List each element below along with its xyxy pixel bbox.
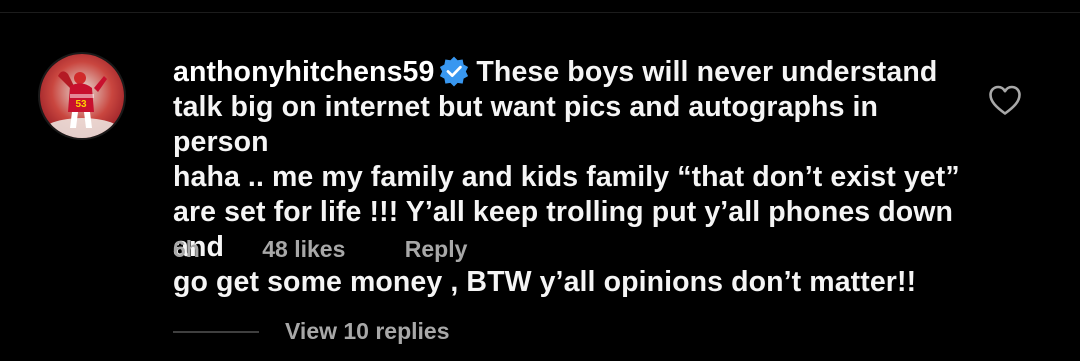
view-replies-label: View 10 replies <box>285 318 450 344</box>
comment-line-1: These boys will never understand <box>476 56 938 88</box>
comment-body: anthonyhitchens59 These boys will never … <box>173 55 973 300</box>
top-divider <box>0 0 1080 13</box>
heart-outline-icon[interactable] <box>988 84 1022 116</box>
comment-line-3: haha .. me my family and kids family “th… <box>173 161 960 193</box>
avatar-image: 53 <box>40 54 124 138</box>
avatar[interactable]: 53 <box>40 54 124 138</box>
likes-count[interactable]: 48 likes <box>262 236 345 263</box>
verified-badge-icon <box>440 56 469 87</box>
comment-line-2: talk big on internet but want pics and a… <box>173 91 879 158</box>
avatar-jersey-number: 53 <box>75 99 87 110</box>
replies-divider-line <box>173 330 259 333</box>
username[interactable]: anthonyhitchens59 <box>173 56 434 88</box>
comment-text: anthonyhitchens59 These boys will never … <box>173 55 973 300</box>
comment-item: 53 anthonyhitchens59 These boys will nev… <box>40 54 1040 354</box>
comment-meta: 6h 48 likes Reply <box>173 236 467 263</box>
reply-button[interactable]: Reply <box>405 236 468 263</box>
comment-timestamp: 6h <box>173 236 200 262</box>
view-replies-button[interactable]: View 10 replies <box>173 318 450 345</box>
comment-line-5: go get some money , BTW y’all opinions d… <box>173 266 917 298</box>
